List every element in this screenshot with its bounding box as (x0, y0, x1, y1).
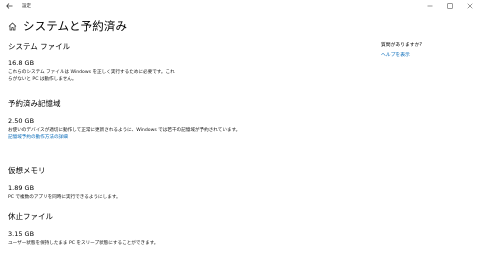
reserved-storage-info-link[interactable]: 記憶域予約の動作方法の詳細 (8, 134, 240, 141)
home-icon[interactable] (8, 22, 17, 31)
help-question: 質問がありますか? (381, 43, 422, 48)
section-reserved-storage: 予約済み記憶域 2.50 GB お使いのデバイスが適切に動作して正常に更新される… (8, 99, 240, 141)
help-link[interactable]: ヘルプを表示 (381, 52, 422, 59)
section-description: PC で複数のアプリを同時に実行できるようにします。 (8, 195, 121, 200)
section-hibernation-file: 休止ファイル 3.15 GB ユーザー状態を保持したまま PC をスリープ状態に… (8, 212, 158, 247)
minimize-button[interactable] (420, 0, 440, 12)
close-icon (467, 3, 473, 9)
maximize-icon (447, 3, 453, 9)
section-system-files: システム ファイル 16.8 GB これらのシステム ファイルは Windows… (8, 42, 175, 83)
back-button[interactable] (2, 0, 16, 12)
section-description-line-2: らがないと PC は動作しません。 (8, 77, 77, 82)
section-title: 予約済み記憶域 (8, 99, 61, 108)
section-description-line-1: これらのシステム ファイルは Windows を正しく実行するために必要です。こ… (8, 70, 175, 75)
window-controls (420, 0, 480, 12)
section-title: 休止ファイル (8, 212, 53, 221)
section-size: 1.89 GB (8, 184, 35, 192)
section-virtual-memory: 仮想メモリ 1.89 GB PC で複数のアプリを同時に実行できるようにします。 (8, 166, 121, 201)
section-title: システム ファイル (8, 42, 71, 51)
page-header: システムと予約済み (8, 19, 127, 33)
app-title: 設定 (22, 4, 31, 9)
section-description: お使いのデバイスが適切に動作して正常に更新されるように、Windows では若干… (8, 128, 241, 133)
title-bar: 設定 (0, 0, 480, 12)
section-size: 2.50 GB (8, 117, 35, 125)
section-size: 16.8 GB (8, 59, 35, 67)
help-sidebar: 質問がありますか? ヘルプを表示 (381, 42, 422, 59)
page-title: システムと予約済み (23, 19, 128, 33)
back-arrow-icon (5, 3, 12, 9)
maximize-button[interactable] (440, 0, 460, 12)
section-description: ユーザー状態を保持したまま PC をスリープ状態にすることができます。 (8, 241, 159, 246)
section-title: 仮想メモリ (8, 166, 46, 175)
close-button[interactable] (460, 0, 480, 12)
section-size: 3.15 GB (8, 230, 35, 238)
minimize-icon (427, 5, 433, 7)
